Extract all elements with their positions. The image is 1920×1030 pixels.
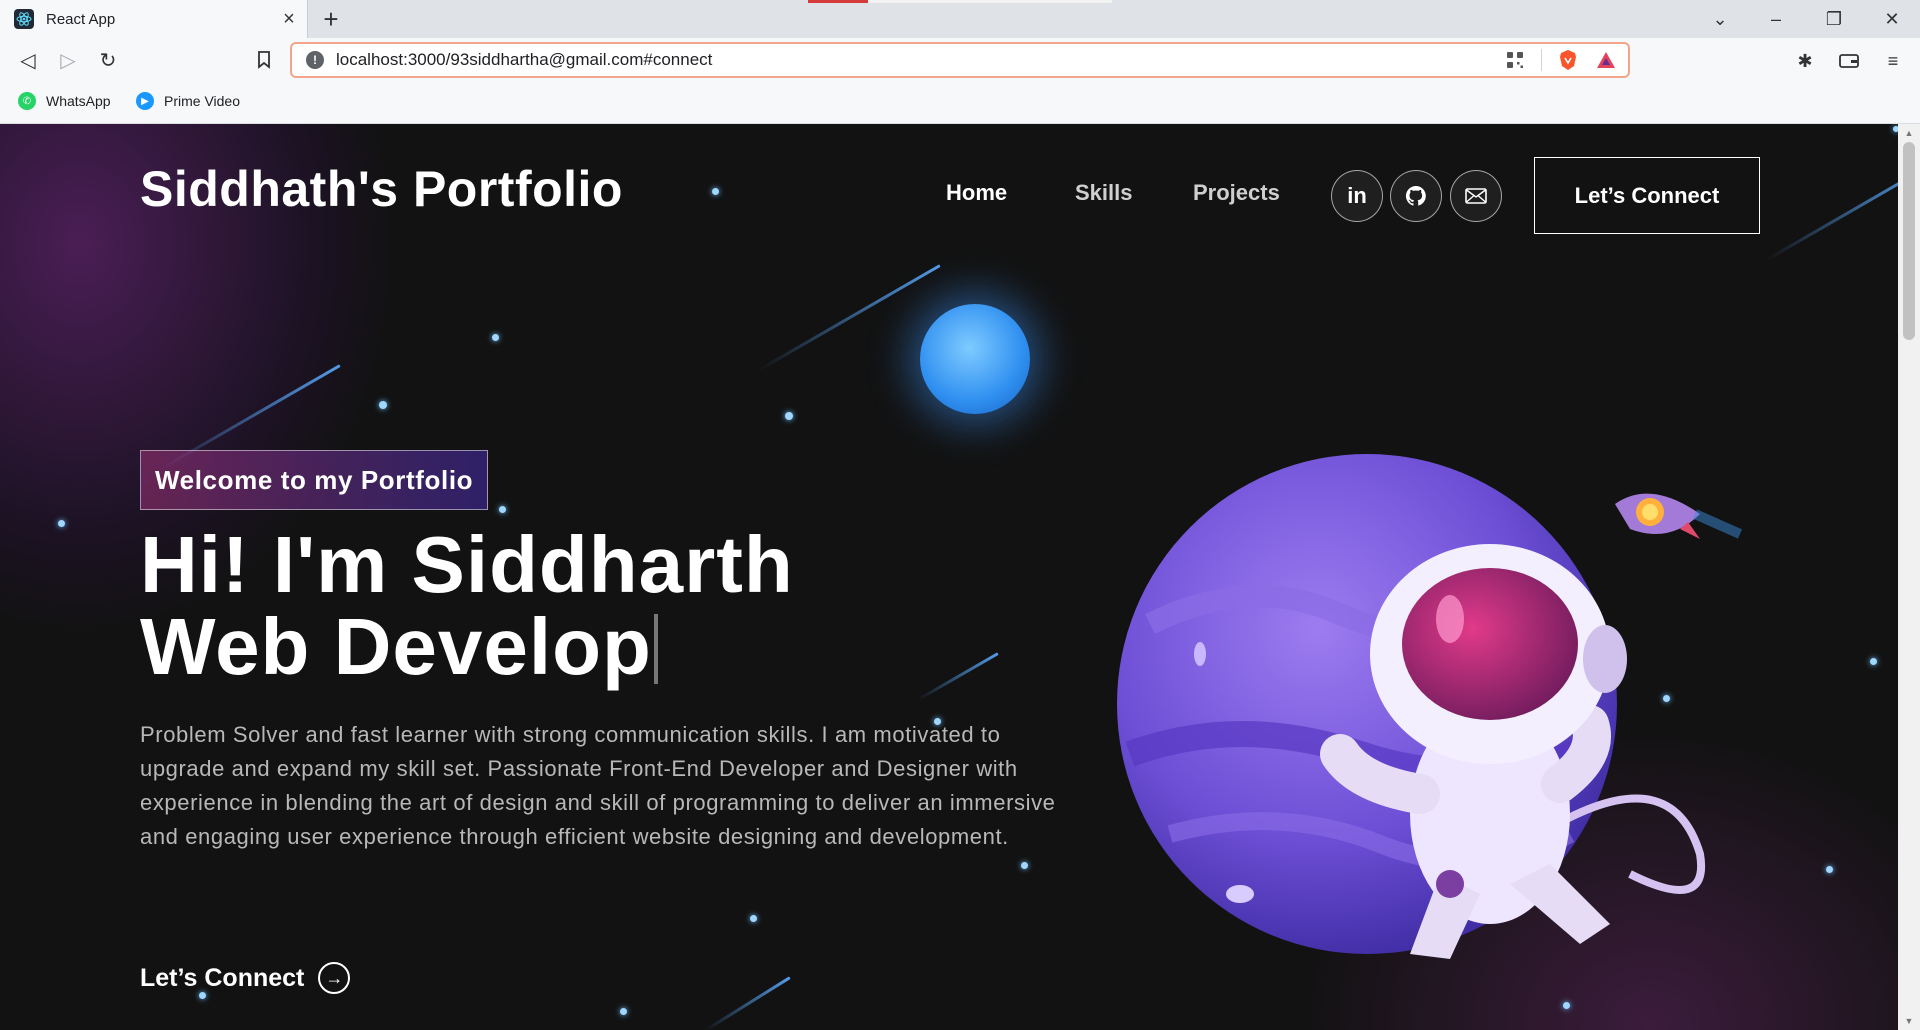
hero-headline-line1: Hi! I'm Siddharth (140, 520, 794, 609)
back-icon[interactable]: ◁ (12, 44, 44, 76)
site-brand[interactable]: Siddhath's Portfolio (140, 160, 623, 218)
nav-projects[interactable]: Projects (1193, 180, 1280, 206)
bookmark-label: Prime Video (164, 93, 241, 109)
star-decoration (1826, 866, 1833, 873)
hero-headline: Hi! I'm Siddharth Web Develop (140, 524, 794, 688)
tab-strip-indicator-secondary (868, 0, 1112, 3)
forward-icon[interactable]: ▷ (52, 44, 84, 76)
close-window-icon[interactable]: ✕ (1874, 4, 1910, 34)
linkedin-icon[interactable]: in (1331, 170, 1383, 222)
tab-title: React App (46, 10, 116, 28)
react-favicon-icon (14, 9, 34, 29)
star-decoration (620, 1008, 627, 1015)
reload-icon[interactable]: ↻ (92, 44, 124, 76)
hero-description: Problem Solver and fast learner with str… (140, 722, 1056, 849)
star-decoration (379, 401, 387, 409)
brave-shields-icon[interactable] (1556, 48, 1580, 72)
nav-home[interactable]: Home (946, 180, 1007, 206)
hero-headline-line2: Web Develop (140, 606, 794, 688)
whatsapp-icon: ✆ (18, 92, 36, 110)
qr-code-icon[interactable] (1503, 48, 1527, 72)
tab-close-icon[interactable]: × (278, 8, 300, 30)
brave-rewards-icon[interactable] (1594, 48, 1618, 72)
star-decoration (499, 506, 506, 513)
star-decoration (492, 334, 499, 341)
star-decoration (1563, 1002, 1570, 1009)
star-decoration (785, 412, 793, 420)
browser-tab-strip: React App × + ⌄ – ❐ ✕ (0, 0, 1920, 38)
scroll-up-icon[interactable]: ▲ (1904, 128, 1914, 138)
star-decoration (58, 520, 65, 527)
hero-connect-link[interactable]: Let’s Connect → (140, 962, 351, 994)
new-tab-icon[interactable]: + (318, 6, 344, 32)
menu-icon[interactable]: ≡ (1880, 48, 1906, 74)
address-bar[interactable]: ! localhost:3000/93siddhartha@gmail.com#… (290, 42, 1630, 78)
star-decoration (750, 915, 757, 922)
address-bar-separator (1541, 49, 1542, 71)
meteor-decoration (757, 264, 941, 372)
extensions-icon[interactable]: ✱ (1792, 48, 1818, 74)
site-info-icon[interactable]: ! (306, 51, 324, 69)
tab-search-chevron-icon[interactable]: ⌄ (1702, 4, 1738, 34)
minimize-icon[interactable]: – (1758, 4, 1794, 34)
bookmarks-bar: ✆ WhatsApp ▶ Prime Video (0, 82, 1920, 124)
arrow-right-icon: → (318, 962, 351, 994)
hero-connect-label: Let’s Connect (140, 963, 305, 992)
browser-toolbar: ◁ ▷ ↻ ! localhost:3000/93siddhartha@gmai… (0, 38, 1920, 82)
rocket-illustration (1615, 493, 1743, 539)
typing-text: Web Develop (140, 602, 652, 691)
address-bar-url: localhost:3000/93siddhartha@gmail.com#co… (336, 50, 713, 69)
restore-icon[interactable]: ❐ (1816, 4, 1852, 34)
meteor-decoration (1764, 164, 1898, 262)
meteor-decoration (917, 652, 999, 701)
scrollbar-thumb[interactable] (1903, 142, 1915, 340)
meteor-decoration (704, 976, 791, 1030)
mail-icon[interactable] (1450, 170, 1502, 222)
glowing-planet-graphic (920, 304, 1030, 414)
nav-skills[interactable]: Skills (1075, 180, 1132, 206)
bookmark-label: WhatsApp (46, 93, 111, 109)
typing-cursor (653, 614, 658, 684)
wallet-icon[interactable] (1836, 48, 1862, 74)
browser-tab[interactable]: React App × (0, 0, 308, 38)
page-viewport: Siddhath's Portfolio Home Skills Project… (0, 124, 1898, 1030)
star-decoration (712, 188, 719, 195)
star-decoration (1021, 862, 1028, 869)
bookmark-whatsapp[interactable]: ✆ WhatsApp (18, 92, 111, 110)
bookmark-prime-video[interactable]: ▶ Prime Video (136, 92, 240, 110)
welcome-tagline: Welcome to my Portfolio (140, 450, 489, 510)
prime-video-icon: ▶ (136, 92, 154, 110)
bookmark-icon[interactable] (248, 44, 280, 76)
github-icon[interactable] (1390, 170, 1442, 222)
star-decoration (1870, 658, 1877, 665)
lets-connect-button[interactable]: Let’s Connect (1534, 157, 1760, 234)
tab-strip-indicator (808, 0, 868, 3)
scroll-down-icon[interactable]: ▼ (1904, 1016, 1914, 1026)
